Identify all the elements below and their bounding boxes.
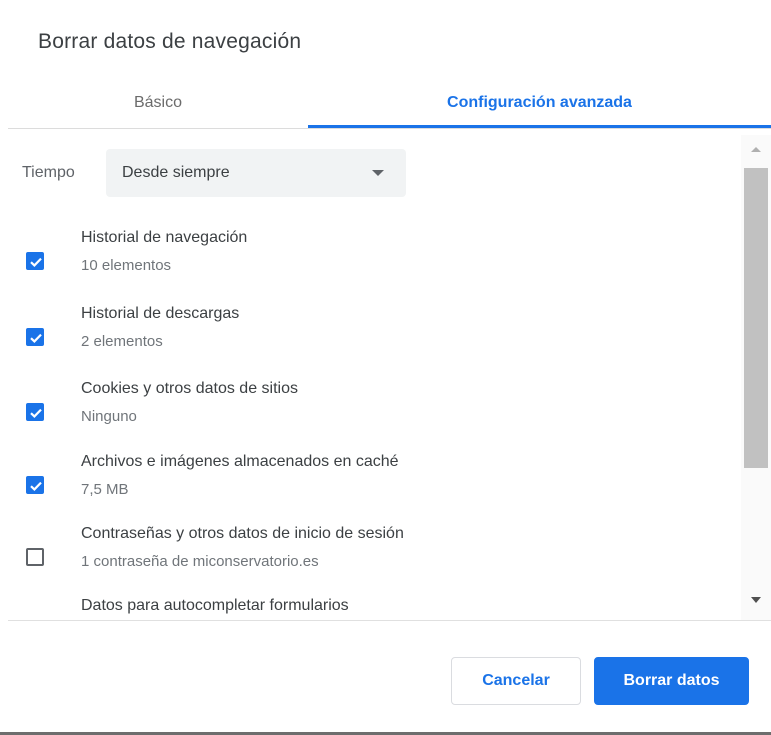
- time-range-selected-value: Desde siempre: [122, 164, 230, 181]
- list-item-cookies: Cookies y otros datos de sitios Ninguno: [8, 380, 741, 450]
- tab-basic[interactable]: Básico: [8, 80, 308, 126]
- time-range-row: Tiempo Desde siempre: [22, 149, 406, 197]
- checkmark-icon: [30, 257, 42, 267]
- time-range-select[interactable]: Desde siempre: [106, 149, 406, 197]
- passwords-checkbox[interactable]: [26, 548, 44, 566]
- settings-list: Tiempo Desde siempre Historial de navega…: [8, 135, 741, 620]
- scroll-down-arrow-icon[interactable]: [751, 597, 761, 603]
- item-title: Cookies y otros datos de sitios: [81, 380, 298, 397]
- item-title: Datos para autocompletar formularios: [81, 597, 349, 614]
- browsing-history-checkbox[interactable]: [26, 252, 44, 270]
- footer-divider: [8, 620, 771, 621]
- item-title: Historial de navegación: [81, 229, 248, 246]
- time-range-label: Tiempo: [22, 164, 75, 181]
- list-item-download-history: Historial de descargas 2 elementos: [8, 305, 741, 375]
- item-title: Contraseñas y otros datos de inicio de s…: [81, 525, 404, 542]
- clear-data-button[interactable]: Borrar datos: [594, 657, 749, 705]
- list-item-cache: Archivos e imágenes almacenados en caché…: [8, 453, 741, 523]
- scrollbar-thumb[interactable]: [744, 168, 768, 468]
- tab-advanced[interactable]: Configuración avanzada: [308, 80, 771, 128]
- tab-bar: Básico Configuración avanzada: [8, 80, 771, 129]
- clear-browsing-data-dialog: Borrar datos de navegación Básico Config…: [0, 0, 771, 735]
- list-item-passwords: Contraseñas y otros datos de inicio de s…: [8, 525, 741, 595]
- dialog-title: Borrar datos de navegación: [38, 30, 302, 53]
- item-subtitle: 7,5 MB: [81, 481, 129, 498]
- scrollbar[interactable]: [741, 135, 771, 620]
- checkmark-icon: [30, 481, 42, 491]
- item-subtitle: 10 elementos: [81, 257, 172, 274]
- item-subtitle: 1 contraseña de miconservatorio.es: [81, 553, 319, 570]
- list-item-autofill: Datos para autocompletar formularios: [8, 597, 741, 620]
- item-subtitle: Ninguno: [81, 408, 137, 425]
- checkmark-icon: [30, 408, 42, 418]
- item-subtitle: 2 elementos: [81, 333, 163, 350]
- dropdown-arrow-icon: [372, 170, 384, 176]
- checkmark-icon: [30, 333, 42, 343]
- download-history-checkbox[interactable]: [26, 328, 44, 346]
- cookies-checkbox[interactable]: [26, 403, 44, 421]
- cache-checkbox[interactable]: [26, 476, 44, 494]
- list-item-browsing-history: Historial de navegación 10 elementos: [8, 229, 741, 299]
- cancel-button[interactable]: Cancelar: [451, 657, 581, 705]
- item-title: Archivos e imágenes almacenados en caché: [81, 453, 399, 470]
- scroll-up-arrow-icon[interactable]: [751, 147, 761, 152]
- item-title: Historial de descargas: [81, 305, 240, 322]
